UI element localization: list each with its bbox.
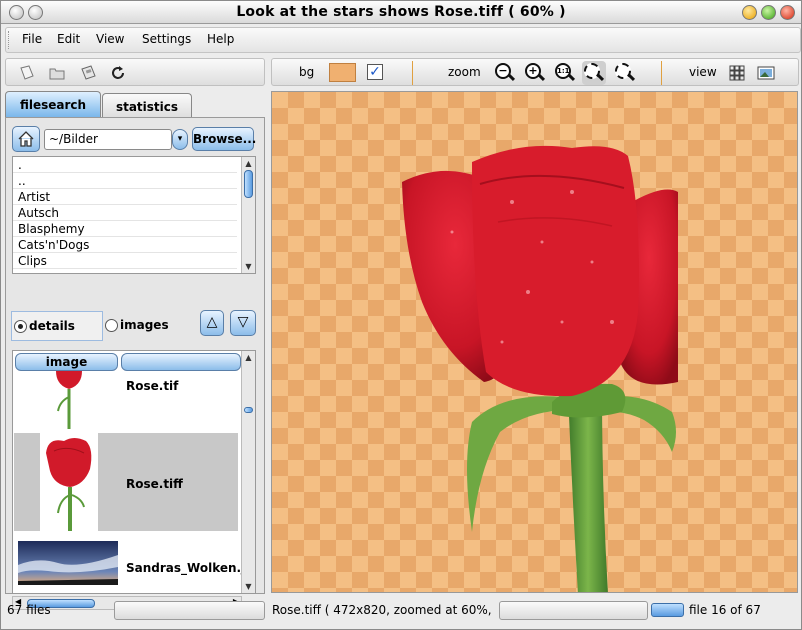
list-item[interactable]: ..: [13, 173, 237, 189]
file-count-status: 67 files: [7, 603, 51, 617]
background-color-swatch[interactable]: [329, 63, 356, 82]
minimize-button[interactable]: [742, 5, 757, 20]
column-header-image[interactable]: image: [15, 353, 118, 371]
image-info-status: Rose.tiff ( 472x820, zoomed at 60%,: [272, 603, 492, 617]
table-row[interactable]: Rose.tif: [14, 371, 238, 431]
browse-button[interactable]: Browse...: [192, 127, 256, 151]
list-item[interactable]: Artist: [13, 189, 237, 205]
status-field-empty: [114, 601, 265, 620]
view-label: view: [689, 65, 717, 79]
single-image-icon[interactable]: [755, 62, 777, 84]
path-dropdown-button[interactable]: ▾: [172, 129, 188, 150]
home-icon: [18, 131, 34, 147]
menu-bar: File Edit View Settings Help: [5, 27, 801, 53]
file-position-indicator: [651, 603, 684, 617]
window-title: Look at the stars shows Rose.tiff ( 60% …: [236, 4, 566, 20]
zoom-1-1-icon[interactable]: 1:1: [553, 61, 577, 85]
zoom-out-icon[interactable]: −: [493, 61, 517, 85]
save-disk-icon[interactable]: [77, 62, 99, 84]
directory-scrollbar[interactable]: ▲ ▼: [241, 157, 255, 273]
move-up-button[interactable]: △: [200, 310, 224, 336]
image-toolbar: bg ✓ zoom − + 1:1 view: [271, 58, 799, 86]
rose-thumbnail: [40, 371, 98, 429]
image-list: image Rose.tif Rose.tiff Sandras_Wolken.…: [12, 350, 256, 594]
reload-icon[interactable]: [107, 62, 129, 84]
clouds-thumbnail: [18, 541, 118, 585]
file-toolbar: [5, 58, 265, 86]
images-label: images: [120, 318, 169, 332]
menubar-grip[interactable]: [8, 31, 12, 49]
open-folder-icon[interactable]: [46, 62, 68, 84]
title-bar[interactable]: Look at the stars shows Rose.tiff ( 60% …: [1, 1, 801, 24]
list-item[interactable]: Blasphemy: [13, 221, 237, 237]
status-progress-field: [499, 601, 648, 620]
tab-statistics[interactable]: statistics: [102, 93, 192, 119]
tab-filesearch[interactable]: filesearch: [5, 91, 101, 117]
bg-label: bg: [299, 65, 315, 79]
path-input[interactable]: ~/Bilder: [44, 129, 172, 150]
column-header-name[interactable]: [121, 353, 241, 371]
toolbar-separator: [661, 61, 662, 85]
toolbar-separator: [412, 61, 413, 85]
left-panel: filesearch statistics ~/Bilder ▾ Browse.…: [5, 91, 265, 610]
zoom-fit-width-icon[interactable]: [613, 61, 637, 85]
bg-checkbox[interactable]: ✓: [367, 64, 383, 80]
rose-image: [402, 145, 678, 592]
file-name: Rose.tif: [126, 379, 179, 393]
file-position-status: file 16 of 67: [689, 603, 761, 617]
menu-settings[interactable]: Settings: [142, 32, 191, 46]
list-item[interactable]: Cats'n'Dogs: [13, 237, 237, 253]
file-name: Rose.tiff: [126, 477, 183, 491]
scroll-thumb[interactable]: [244, 407, 253, 413]
zoom-in-icon[interactable]: +: [523, 61, 547, 85]
scroll-up-icon[interactable]: ▲: [243, 352, 254, 363]
menu-help[interactable]: Help: [207, 32, 234, 46]
rose-thumbnail: [40, 433, 98, 531]
image-list-scrollbar[interactable]: ▲ ▼: [241, 351, 255, 593]
scroll-up-icon[interactable]: ▲: [243, 158, 254, 169]
details-option[interactable]: details: [11, 311, 103, 341]
menu-file[interactable]: File: [22, 32, 42, 46]
maximize-button[interactable]: [761, 5, 776, 20]
menu-edit[interactable]: Edit: [57, 32, 80, 46]
list-item[interactable]: .: [13, 157, 237, 173]
table-row[interactable]: Sandras_Wolken.jpg: [14, 533, 255, 593]
thumbnail-grid-icon[interactable]: [726, 62, 748, 84]
scroll-down-icon[interactable]: ▼: [243, 261, 254, 272]
filesearch-page: ~/Bilder ▾ Browse... . .. Artist Autsch …: [5, 117, 265, 610]
images-radio[interactable]: [105, 319, 118, 332]
table-row-selected[interactable]: Rose.tiff: [14, 433, 238, 531]
details-label: details: [29, 319, 75, 333]
close-button[interactable]: [780, 5, 795, 20]
list-item[interactable]: Autsch: [13, 205, 237, 221]
new-document-icon[interactable]: [16, 62, 38, 84]
application-window: Look at the stars shows Rose.tiff ( 60% …: [0, 0, 802, 630]
image-canvas[interactable]: [271, 91, 798, 593]
file-name: Sandras_Wolken.jpg: [126, 561, 256, 575]
scroll-down-icon[interactable]: ▼: [243, 581, 254, 592]
home-button[interactable]: [12, 126, 40, 152]
move-down-button[interactable]: ▽: [230, 310, 256, 336]
directory-list: . .. Artist Autsch Blasphemy Cats'n'Dogs…: [12, 156, 256, 274]
scroll-thumb[interactable]: [244, 170, 253, 198]
details-radio[interactable]: [14, 320, 27, 333]
zoom-fit-icon[interactable]: [582, 61, 606, 85]
menu-view[interactable]: View: [96, 32, 124, 46]
list-item[interactable]: Clips: [13, 253, 237, 269]
zoom-label: zoom: [448, 65, 481, 79]
